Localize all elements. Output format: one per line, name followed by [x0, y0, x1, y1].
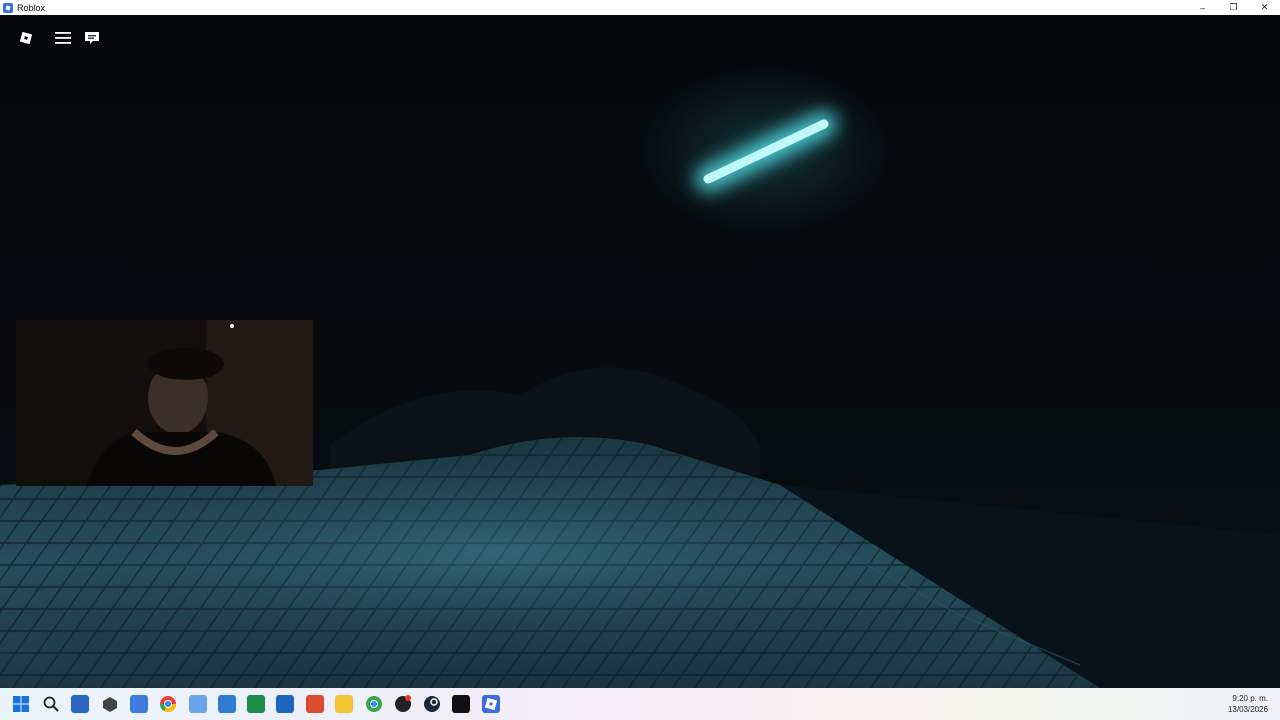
neon-light [695, 111, 837, 192]
window-title: Roblox [17, 2, 46, 13]
github-icon[interactable] [394, 695, 412, 713]
steam-icon[interactable] [423, 695, 441, 713]
chat-button[interactable] [79, 25, 105, 51]
epic-games-icon[interactable] [452, 695, 470, 713]
visual-studio-icon[interactable] [130, 695, 148, 713]
close-button[interactable]: ✕ [1249, 0, 1280, 15]
chrome-icon[interactable] [159, 695, 177, 713]
clock-date: 13/03/2026 [1227, 705, 1268, 714]
roblox-icon[interactable] [482, 695, 500, 713]
roblox-logo-button[interactable] [13, 25, 39, 51]
minimize-button[interactable]: – [1187, 0, 1218, 15]
chrome-profile-icon[interactable] [365, 695, 383, 713]
window-title-bar: Roblox – ❐ ✕ [0, 0, 1280, 15]
restore-button[interactable]: ❐ [1218, 0, 1249, 15]
streamer-silhouette [16, 320, 313, 486]
system-clock[interactable]: 9:20 p. m. 13/03/2026 [1228, 693, 1268, 715]
office-icon[interactable] [306, 695, 324, 713]
game-viewport[interactable] [0, 15, 1280, 688]
store-icon[interactable] [71, 695, 89, 713]
excel-icon[interactable] [247, 695, 265, 713]
webcam-overlay [16, 320, 313, 486]
mail-icon[interactable] [276, 695, 294, 713]
search-icon[interactable] [42, 695, 60, 713]
hamburger-icon [55, 32, 71, 44]
outlook-icon[interactable] [218, 695, 236, 713]
roblox-logo-icon [19, 31, 33, 45]
window-controls: – ❐ ✕ [1187, 0, 1280, 15]
windows-start-icon[interactable] [12, 695, 30, 713]
snipping-tool-icon[interactable] [189, 695, 207, 713]
file-explorer-icon[interactable] [335, 695, 353, 713]
roblox-app-icon [3, 2, 13, 13]
chat-icon [85, 32, 99, 44]
menu-button[interactable] [50, 25, 76, 51]
cube-icon[interactable] [101, 695, 119, 713]
windows-taskbar: 9:20 p. m. 13/03/2026 [0, 688, 1280, 720]
clock-time: 9:20 p. m. [1232, 694, 1268, 703]
